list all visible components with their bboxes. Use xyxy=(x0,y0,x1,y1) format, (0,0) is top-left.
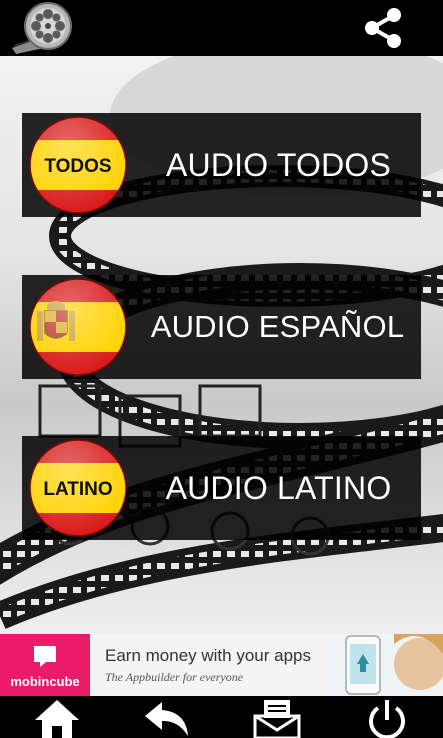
audio-todos-label: AUDIO TODOS xyxy=(165,147,392,183)
audio-latino-label: AUDIO LATINO xyxy=(165,470,392,506)
mail-button[interactable] xyxy=(252,698,302,738)
share-button[interactable] xyxy=(361,6,405,50)
audio-todos-button[interactable]: TODOS AUDIO TODOS xyxy=(22,113,421,217)
power-icon xyxy=(369,700,405,738)
ad-brand-block: mobincube xyxy=(0,634,90,696)
todos-badge-icon: TODOS xyxy=(25,115,131,215)
badge-text: TODOS xyxy=(44,156,111,177)
audio-espanol-label: AUDIO ESPAÑOL xyxy=(150,309,405,344)
back-button[interactable] xyxy=(142,698,192,738)
power-button[interactable] xyxy=(362,698,412,738)
ad-phone-image xyxy=(328,634,443,696)
ad-brand-name: mobincube xyxy=(10,674,80,689)
back-icon xyxy=(145,702,188,736)
top-bar xyxy=(0,0,443,56)
app-screen: TODOS AUDIO TODOS AUDIO ESPAÑOL LATINO A… xyxy=(0,0,443,738)
spain-flag-icon xyxy=(25,277,131,377)
film-reel-icon xyxy=(10,2,74,54)
ad-headline: Earn money with your apps xyxy=(105,646,311,665)
bottom-nav-bar xyxy=(0,696,443,738)
share-icon xyxy=(365,8,401,48)
audio-espanol-button[interactable]: AUDIO ESPAÑOL xyxy=(22,275,421,379)
audio-latino-button[interactable]: LATINO AUDIO LATINO xyxy=(22,436,421,540)
home-icon xyxy=(35,700,79,738)
ad-tagline: The Appbuilder for everyone xyxy=(105,670,244,684)
mail-icon xyxy=(253,700,301,738)
ad-banner[interactable]: mobincube Earn money with your apps The … xyxy=(0,634,443,696)
latino-badge-icon: LATINO xyxy=(25,438,131,538)
badge-text: LATINO xyxy=(43,479,112,500)
home-button[interactable] xyxy=(32,698,82,738)
speech-bubble-icon xyxy=(34,646,56,667)
